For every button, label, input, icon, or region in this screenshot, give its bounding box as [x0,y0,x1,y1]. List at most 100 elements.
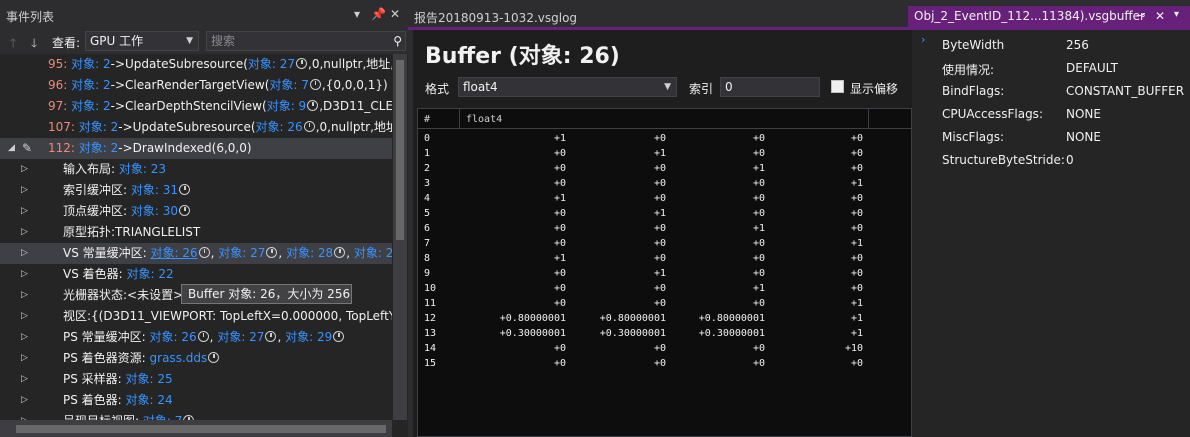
expand-icon[interactable]: ▷ [21,348,28,369]
history-icon[interactable] [179,184,190,195]
history-icon[interactable] [266,247,278,258]
expanded-icon[interactable]: ◢ [8,138,15,159]
tree-row[interactable]: ▷ 输入布局: 对象: 23 [0,159,392,180]
pin-icon[interactable]: 📌 [371,7,386,21]
object-link[interactable]: 对象: 26 [256,120,303,134]
buffer-value-cell[interactable]: +0 [654,296,666,311]
down-arrow-icon[interactable]: 🡓 [31,34,37,55]
object-link[interactable]: 对象: 27 [218,246,265,260]
history-icon[interactable] [179,205,190,216]
object-link[interactable]: 对象: 30 [131,204,178,218]
history-icon[interactable] [296,58,308,69]
buffer-value-cell[interactable]: +1 [851,176,863,191]
tree-row[interactable]: 95: 对象: 2->UpdateSubresource(对象: 27 ,0,nu… [0,54,392,75]
expand-icon[interactable]: ▷ [21,285,28,306]
buffer-value-cell[interactable]: +0 [851,206,863,221]
buffer-value-cell[interactable]: +0 [654,236,666,251]
expand-icon[interactable]: ▷ [21,201,28,222]
buffer-value-cell[interactable]: +0 [554,161,566,176]
object-link[interactable]: 对象: 9 [267,99,307,113]
buffer-value-cell[interactable]: +0 [654,161,666,176]
buffer-value-cell[interactable]: +0 [654,251,666,266]
tree-row[interactable]: 107: 对象: 2->UpdateSubresource(对象: 26 ,0,n… [0,117,392,138]
horizontal-scrollbar-thumb[interactable] [16,425,386,433]
tree-row[interactable]: ▷ 视区:{(D3D11_VIEWPORT: TopLeftX=0.000000,… [0,306,392,327]
buffer-value-cell[interactable]: +0 [753,236,765,251]
expand-icon[interactable]: ▷ [21,369,28,390]
buffer-value-cell[interactable]: +0 [554,176,566,191]
buffer-value-cell[interactable]: +0 [851,356,863,371]
object-link[interactable]: 对象: 24 [126,393,173,407]
expand-icon[interactable]: ▷ [21,264,28,285]
object-link[interactable]: 对象: 2 [75,141,119,155]
history-icon[interactable] [309,79,321,90]
object-link[interactable]: 对象: 2 [354,246,392,260]
buffer-value-cell[interactable]: +0 [554,146,566,161]
buffer-value-cell[interactable]: +0.80000001 [699,311,765,326]
buffer-value-cell[interactable]: +0 [851,131,863,146]
object-link[interactable]: 对象: 2 [67,78,111,92]
index-input[interactable]: 0 [720,77,820,97]
buffer-value-cell[interactable]: +1 [851,326,863,341]
collapse-chevron-icon[interactable]: › [921,33,925,46]
tree-row[interactable]: ▷ PS 着色器: 对象: 24 [0,390,392,411]
tree-row[interactable]: ▷ VS 常量缓冲区: 对象: 26, 对象: 27, 对象: 28, 对象: 2 [0,243,392,264]
history-icon[interactable] [303,121,315,132]
buffer-value-cell[interactable]: +0 [654,341,666,356]
buffer-value-cell[interactable]: +0 [851,146,863,161]
buffer-value-cell[interactable]: +0.80000001 [600,311,666,326]
expand-icon[interactable]: ▷ [21,180,28,201]
tree-row[interactable]: ▷ 呈现目标视图: 对象: 7 [0,411,392,420]
history-icon[interactable] [307,100,319,111]
buffer-value-cell[interactable]: +0 [753,356,765,371]
close-tab-icon[interactable]: ✕ [1155,9,1165,23]
history-icon[interactable] [333,331,345,342]
buffer-value-cell[interactable]: +0 [554,236,566,251]
object-link[interactable]: 对象: 2 [67,99,111,113]
tree-row[interactable]: ◢ ✎ 112: 对象: 2->DrawIndexed(6,0,0) [0,138,392,159]
object-link[interactable]: 对象: 2 [75,120,119,134]
buffer-value-cell[interactable]: +0.30000001 [500,326,566,341]
buffer-value-cell[interactable]: +0 [753,266,765,281]
buffer-value-cell[interactable]: +0 [851,281,863,296]
history-icon[interactable] [208,352,220,363]
buffer-value-cell[interactable]: +0 [753,191,765,206]
history-icon[interactable] [265,331,277,342]
tree-row[interactable]: ▷ VS 着色器: 对象: 22 [0,264,392,285]
buffer-value-cell[interactable]: +0 [851,221,863,236]
buffer-value-cell[interactable]: +0 [654,131,666,146]
buffer-value-cell[interactable]: +1 [753,221,765,236]
expand-icon[interactable]: ▷ [21,327,28,348]
tree-row[interactable]: 96: 对象: 2->ClearRenderTargetView(对象: 7 ,{… [0,75,392,96]
buffer-value-cell[interactable]: +0 [753,251,765,266]
buffer-value-cell[interactable]: +1 [851,236,863,251]
expand-icon[interactable]: ▷ [21,243,28,264]
buffer-value-cell[interactable]: +0 [753,296,765,311]
search-icon[interactable]: ⚲ [393,32,402,50]
object-link[interactable]: 对象: 29 [285,330,332,344]
expand-icon[interactable]: ▷ [21,411,28,420]
format-select[interactable]: float4 ▼ [458,77,677,97]
expand-icon[interactable]: ▷ [21,390,28,411]
buffer-value-cell[interactable]: +0 [654,281,666,296]
buffer-value-cell[interactable]: +1 [851,311,863,326]
object-link[interactable]: grass.dds [150,351,208,365]
buffer-value-cell[interactable]: +0 [851,266,863,281]
object-link[interactable]: 对象: 26 [150,330,197,344]
buffer-value-cell[interactable]: +1 [654,146,666,161]
object-link[interactable]: 对象: 28 [286,246,333,260]
buffer-value-cell[interactable]: +0 [554,356,566,371]
tab-buffer[interactable]: Obj_2_EventID_112...11384).vsgbuffer ⊸ ✕… [908,6,1190,27]
buffer-value-cell[interactable]: +0.80000001 [500,311,566,326]
buffer-value-cell[interactable]: +0 [654,356,666,371]
buffer-value-cell[interactable]: +0.30000001 [600,326,666,341]
expand-icon[interactable]: ▷ [21,222,28,243]
buffer-value-cell[interactable]: +0 [753,341,765,356]
tree-row[interactable]: ▷ PS 采样器: 对象: 25 [0,369,392,390]
show-offset-checkbox[interactable] [831,80,844,93]
buffer-value-cell[interactable]: +1 [554,131,566,146]
buffer-value-cell[interactable]: +0.30000001 [699,326,765,341]
tree-row[interactable]: ▷ PS 着色器资源: grass.dds [0,348,392,369]
buffer-value-cell[interactable]: +1 [554,191,566,206]
buffer-value-cell[interactable]: +10 [845,341,863,356]
